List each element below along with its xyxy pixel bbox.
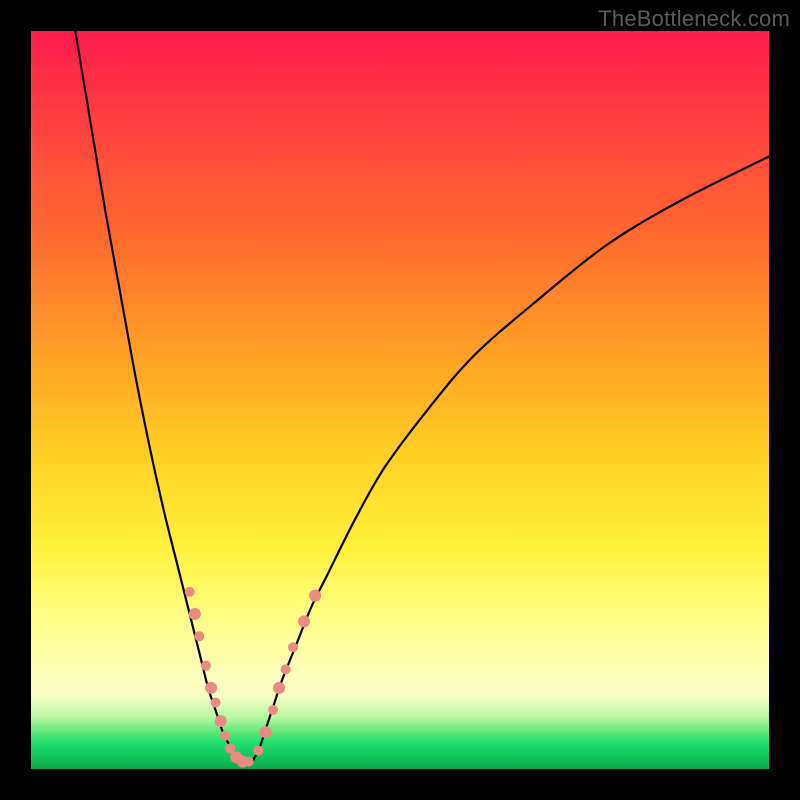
data-marker: [215, 715, 227, 727]
data-marker: [211, 698, 221, 708]
data-marker: [244, 757, 254, 767]
chart-frame: TheBottleneck.com: [0, 0, 800, 800]
data-marker: [268, 705, 278, 715]
data-marker: [260, 726, 272, 738]
data-marker: [309, 590, 321, 602]
data-marker: [189, 608, 201, 620]
data-marker: [194, 631, 204, 641]
watermark-text: TheBottleneck.com: [598, 6, 790, 32]
data-marker: [253, 746, 263, 756]
bottleneck-curve-svg: [31, 31, 769, 769]
data-marker: [201, 661, 211, 671]
curve-right-branch: [252, 156, 769, 761]
data-marker: [281, 664, 291, 674]
data-marker: [298, 615, 310, 627]
data-marker: [273, 682, 285, 694]
curve-left-branch: [75, 31, 237, 762]
data-marker: [205, 682, 217, 694]
data-marker: [288, 642, 298, 652]
data-marker: [220, 731, 230, 741]
data-marker: [185, 587, 195, 597]
plot-area: [31, 31, 769, 769]
